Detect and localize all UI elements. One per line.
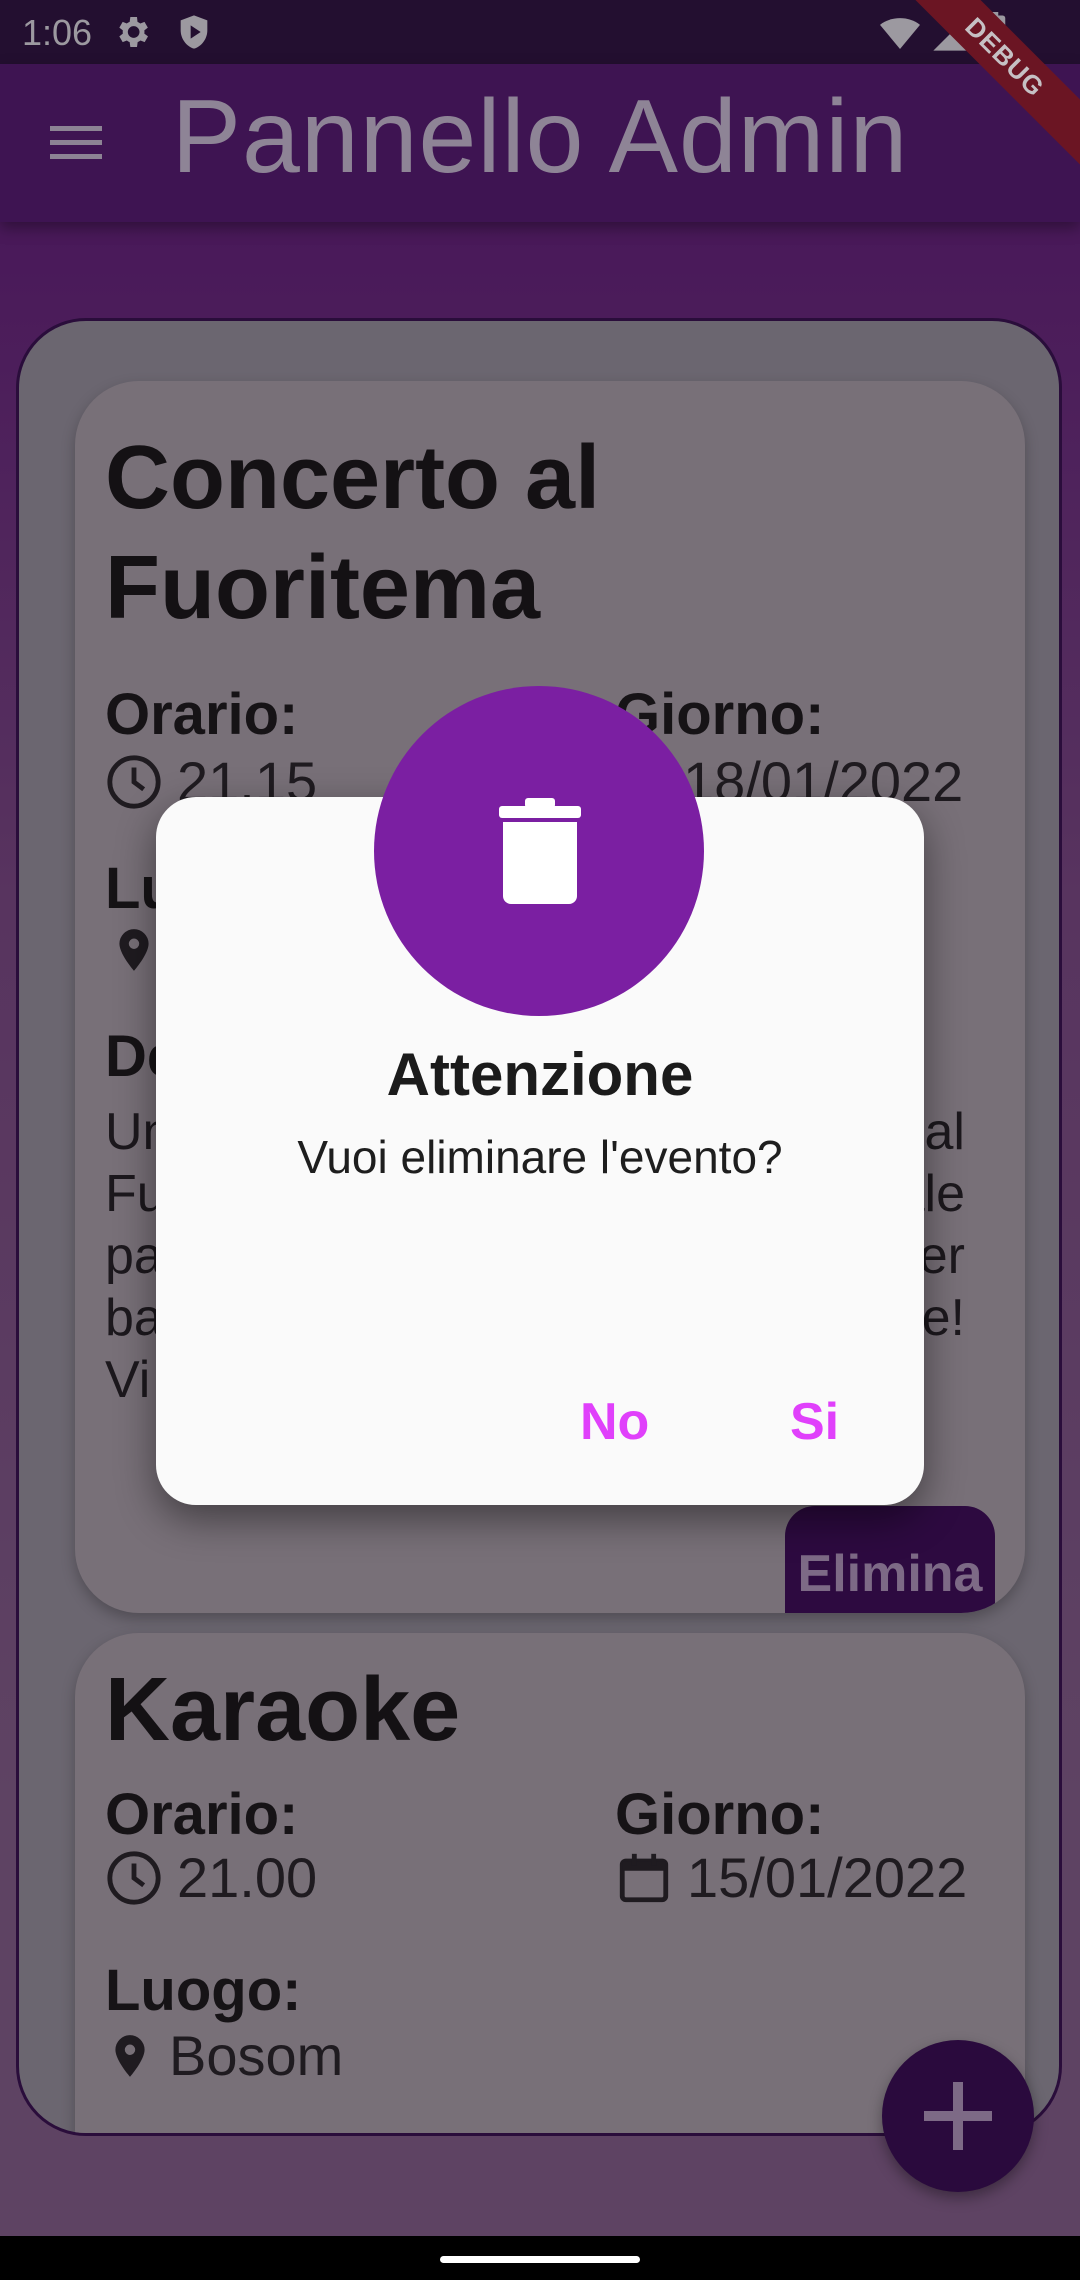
add-event-button[interactable] [882, 2040, 1034, 2192]
event-title-line-1: Concerto al [105, 428, 601, 528]
system-navigation-bar [0, 2236, 1080, 2280]
home-gesture-pill[interactable] [440, 2256, 640, 2263]
clock-icon [107, 1850, 161, 1905]
wifi-icon [880, 18, 920, 49]
location-pin-icon [119, 929, 149, 971]
settings-gear-icon [119, 17, 148, 47]
location-pin-icon [115, 2034, 145, 2077]
dialog-message: Vuoi eliminare l'evento? [297, 1131, 783, 1183]
status-bar: 1:06 [0, 0, 1080, 64]
app-bar: Pannello Admin [0, 64, 1080, 222]
day-label: Giorno: [615, 1782, 825, 1847]
event-title-line-2: Fuoritema [105, 538, 541, 638]
place-text: Bosom [169, 2024, 344, 2087]
time-text: 21.00 [177, 1846, 318, 1909]
plus-icon [924, 2082, 992, 2150]
status-time: 1:06 [22, 12, 93, 53]
no-button[interactable]: No [580, 1382, 649, 1462]
time-value: 21.00 [105, 1845, 317, 1910]
time-label: Orario: [105, 682, 299, 747]
yes-button[interactable]: Si [790, 1382, 839, 1462]
day-value: 15/01/2022 [615, 1845, 967, 1910]
delete-event-button[interactable]: Elimina [785, 1506, 995, 1613]
day-text: 15/01/2022 [687, 1846, 968, 1909]
place-label: Luogo: [105, 1958, 302, 2023]
place-value: Bosom [105, 2023, 343, 2088]
event-title: Karaoke [105, 1660, 461, 1760]
calendar-icon [619, 1853, 669, 1902]
trash-icon [499, 798, 581, 904]
time-label: Orario: [105, 1782, 299, 1847]
clock-icon [107, 754, 161, 809]
dialog-title: Attenzione [386, 1041, 694, 1108]
page-title: Pannello Admin [171, 79, 909, 195]
shield-icon [180, 15, 208, 49]
